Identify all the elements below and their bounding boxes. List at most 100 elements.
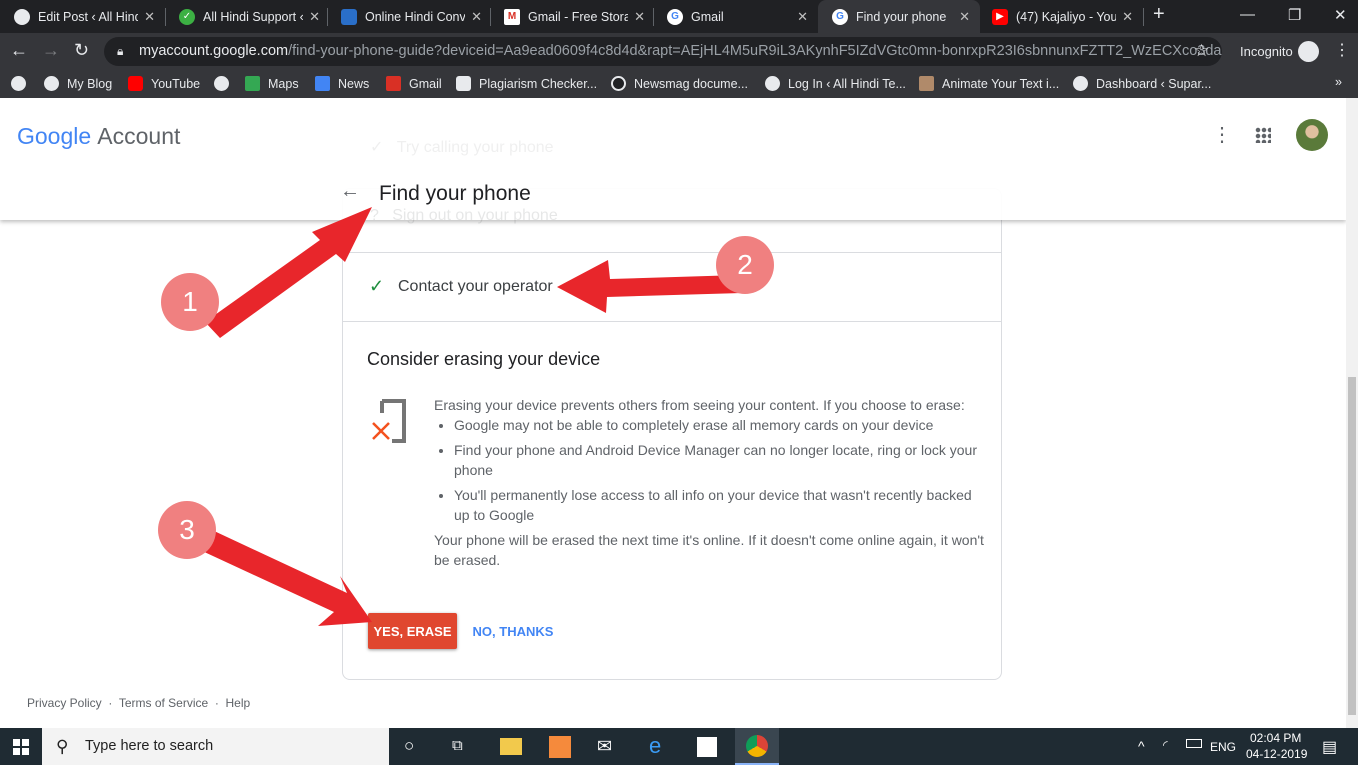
youtube-icon: ▶ xyxy=(992,8,1008,25)
windows-start-icon[interactable] xyxy=(13,739,29,755)
find-phone-card: ✓ Contact your operator Consider erasing… xyxy=(342,188,1002,680)
wifi-icon[interactable]: ◜ xyxy=(1163,738,1168,752)
bookmark-newsmag[interactable]: Newsmag docume... xyxy=(611,76,748,91)
close-window-button[interactable]: ✕ xyxy=(1334,6,1347,24)
tab-all-hindi-support[interactable]: ✓ All Hindi Support ‹ ✕ xyxy=(165,0,330,33)
bookmark-item[interactable] xyxy=(214,76,237,91)
close-icon[interactable]: ✕ xyxy=(1122,9,1133,25)
news-icon xyxy=(315,76,330,91)
windows-taskbar: ⚲ Type here to search ○ ⧉ ✉ e ^ ◜ ENG 02:… xyxy=(0,728,1358,765)
erase-intro: Erasing your device prevents others from… xyxy=(434,397,965,413)
avatar[interactable] xyxy=(1296,119,1328,151)
close-icon[interactable]: ✕ xyxy=(797,9,808,25)
search-icon: ⚲ xyxy=(56,737,69,756)
help-icon: ? xyxy=(370,207,379,224)
notifications-icon[interactable]: ▤ xyxy=(1322,737,1337,757)
yes-erase-button[interactable]: YES, ERASE xyxy=(368,613,457,649)
lock-icon: 🔒︎ xyxy=(117,44,124,58)
bookmark-my-blog[interactable]: My Blog xyxy=(44,76,112,91)
bookmarks-bar: My Blog YouTube Maps News Gmail Plagiari… xyxy=(0,70,1358,98)
edge-icon[interactable]: e xyxy=(649,733,661,759)
youtube-icon xyxy=(128,76,143,91)
more-bookmarks-icon[interactable]: » xyxy=(1335,75,1342,89)
forward-button[interactable]: → xyxy=(42,40,60,61)
terms-link[interactable]: Terms of Service xyxy=(119,696,208,710)
erase-note: Your phone will be erased the next time … xyxy=(434,532,984,568)
star-icon[interactable]: ☆ xyxy=(1194,41,1209,61)
tab-find-your-phone[interactable]: G Find your phone ✕ xyxy=(818,0,980,33)
bookmark-news[interactable]: News xyxy=(315,76,369,91)
clock-time[interactable]: 02:04 PM xyxy=(1250,731,1301,745)
sst-icon xyxy=(456,76,471,91)
app-icon[interactable] xyxy=(549,736,571,758)
step-contact-operator[interactable]: ✓ Contact your operator xyxy=(343,252,1001,322)
back-button[interactable]: ← xyxy=(10,40,28,61)
google-account-logo[interactable]: Google Account xyxy=(17,123,180,150)
incognito-label: Incognito xyxy=(1240,44,1293,59)
cortana-icon[interactable]: ○ xyxy=(404,736,414,756)
tab-youtube[interactable]: ▶ (47) Kajaliyo - YouT ✕ xyxy=(978,0,1143,33)
privacy-policy-link[interactable]: Privacy Policy xyxy=(27,696,102,710)
bookmark-dashboard[interactable]: Dashboard ‹ Supar... xyxy=(1073,76,1211,91)
maps-icon xyxy=(245,76,260,91)
erase-bullet: Find your phone and Android Device Manag… xyxy=(454,440,984,480)
file-explorer-icon[interactable] xyxy=(500,738,522,755)
google-icon: G xyxy=(832,8,848,25)
help-link[interactable]: Help xyxy=(226,696,251,710)
chrome-taskbar-button[interactable] xyxy=(735,728,779,765)
bookmark-log-in[interactable]: Log In ‹ All Hindi Te... xyxy=(765,76,906,91)
apps-grid-icon[interactable] xyxy=(1255,127,1271,143)
erase-title: Consider erasing your device xyxy=(367,349,601,369)
more-options-icon[interactable]: ⋮ xyxy=(1212,122,1232,147)
close-icon[interactable]: ✕ xyxy=(634,9,645,25)
tab-bar: Edit Post ‹ All Hindi ✕ ✓ All Hindi Suppor… xyxy=(0,0,1358,33)
google-icon: G xyxy=(667,8,683,25)
close-icon[interactable]: ✕ xyxy=(144,9,155,25)
gmail-icon xyxy=(386,76,401,91)
bookmark-youtube[interactable]: YouTube xyxy=(128,76,200,91)
store-icon[interactable] xyxy=(697,737,717,757)
show-hidden-icons[interactable]: ^ xyxy=(1138,738,1145,754)
minimize-button[interactable]: — xyxy=(1240,6,1255,23)
no-thanks-button[interactable]: NO, THANKS xyxy=(463,613,563,649)
scrollbar-thumb[interactable] xyxy=(1348,377,1356,715)
footer: Privacy Policy · Terms of Service · Help xyxy=(27,696,251,710)
address-bar[interactable]: 🔒︎ myaccount.google.com/find-your-phone-g… xyxy=(104,37,1222,66)
globe-icon xyxy=(44,76,59,91)
bookmark-item[interactable] xyxy=(11,76,34,91)
gmail-icon: M xyxy=(504,8,520,25)
bookmark-maps[interactable]: Maps xyxy=(245,76,299,91)
tab-online-hindi[interactable]: Online Hindi Conv ✕ xyxy=(327,0,492,33)
tab-gmail-free[interactable]: MGmail - Free Storage✕ xyxy=(490,0,655,33)
address-toolbar: ← → ↻ 🔒︎ myaccount.google.com/find-your-p… xyxy=(0,33,1358,70)
mail-icon[interactable]: ✉ xyxy=(597,736,612,757)
clock-date[interactable]: 04-12-2019 xyxy=(1246,747,1307,761)
restore-button[interactable]: ❐ xyxy=(1288,6,1301,24)
new-tab-button[interactable]: + xyxy=(1153,3,1165,26)
task-view-icon[interactable]: ⧉ xyxy=(452,737,463,754)
battery-icon[interactable] xyxy=(1186,739,1202,748)
check-circle-icon: ✓ xyxy=(179,8,195,25)
globe-icon xyxy=(214,76,229,91)
tab-edit-post[interactable]: Edit Post ‹ All Hindi ✕ xyxy=(0,0,165,33)
bookmark-plagiarism[interactable]: Plagiarism Checker... xyxy=(456,76,597,91)
globe-icon xyxy=(11,76,26,91)
reload-button[interactable]: ↻ xyxy=(74,40,89,61)
menu-icon[interactable]: ⋮ xyxy=(1334,40,1350,60)
close-icon[interactable]: ✕ xyxy=(959,9,970,25)
step-try-calling: Try calling your phone xyxy=(396,139,554,156)
scrollbar[interactable] xyxy=(1346,98,1358,728)
close-icon[interactable]: ✕ xyxy=(471,9,482,25)
incognito-icon[interactable] xyxy=(1298,41,1319,62)
back-arrow-icon[interactable]: ← xyxy=(340,180,360,203)
app-header: Google Account ⋮ ← Find your phone xyxy=(0,98,1346,220)
close-icon[interactable]: ✕ xyxy=(309,9,320,25)
shield-icon xyxy=(341,8,357,25)
tab-gmail[interactable]: G Gmail ✕ xyxy=(653,0,818,33)
globe-icon xyxy=(14,8,30,25)
newsmag-icon xyxy=(611,76,626,91)
language-indicator[interactable]: ENG xyxy=(1210,740,1236,754)
bookmark-gmail[interactable]: Gmail xyxy=(386,76,442,91)
taskbar-search[interactable]: ⚲ Type here to search xyxy=(42,728,389,765)
bookmark-animate[interactable]: Animate Your Text i... xyxy=(919,76,1059,91)
